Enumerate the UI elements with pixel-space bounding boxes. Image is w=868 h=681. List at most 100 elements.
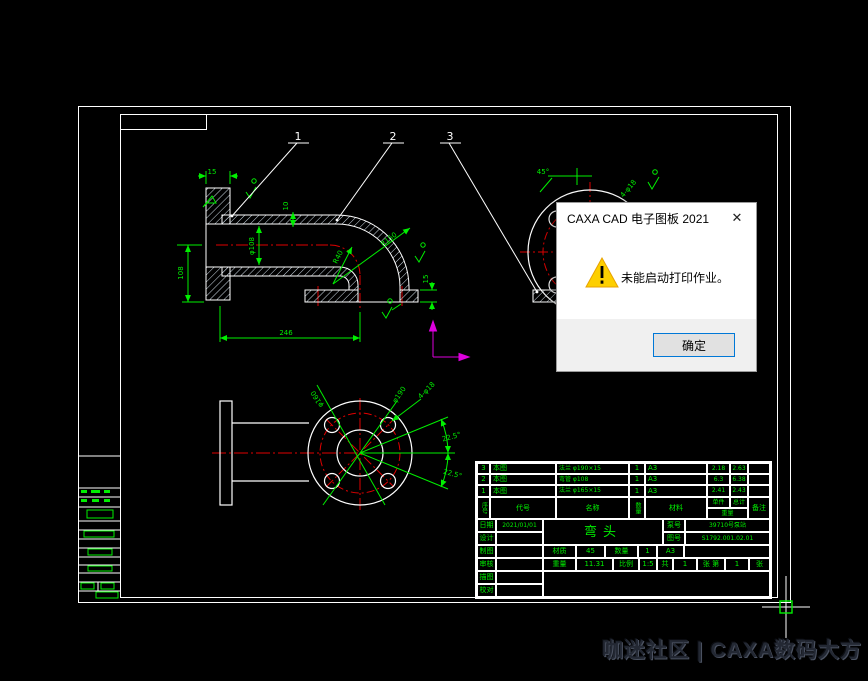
bom-remark xyxy=(748,474,770,485)
tb-sheet-no: 1 xyxy=(725,558,749,571)
dim-height: 108 xyxy=(177,266,185,279)
revision-strip-text-marks xyxy=(81,490,110,502)
dim-bolt-circle: φ160 xyxy=(309,389,325,409)
bom-total-weight: 6.38 xyxy=(730,474,748,485)
tb-dwg-label: 图号 xyxy=(663,532,685,545)
part-name: 弯头 xyxy=(543,519,663,545)
balloon-2: 2 xyxy=(390,130,397,143)
bom-code: 本图 xyxy=(490,474,556,485)
dialog-title: CAXA CAD 电子图板 2021 xyxy=(567,210,709,227)
elbow-section-view: 15 φ108 10 108 246 R150 R40 15 xyxy=(177,168,437,342)
tb-trace-value xyxy=(496,571,543,584)
dim-angle2: 22.5° xyxy=(442,468,463,481)
dialog-titlebar[interactable]: CAXA CAD 电子图板 2021 xyxy=(557,203,756,233)
dim-holes: 4-φ18 xyxy=(417,381,437,401)
bom-unit-weight: 2.18 xyxy=(707,463,730,474)
bom-name: 弯管 φ108 xyxy=(556,474,629,485)
tb-proof-label: 校对 xyxy=(477,584,496,597)
tb-draft-value xyxy=(496,545,543,558)
ucs-axes-icon xyxy=(430,321,470,361)
dim-flange-thk2: 15 xyxy=(422,275,430,284)
dim-aux-holes: 4-φ18 xyxy=(619,178,638,199)
tb-scale-label: 比例 xyxy=(613,558,639,571)
balloon-1: 1 xyxy=(295,130,302,143)
tb-weight-label: 重量 xyxy=(543,558,576,571)
tb-date-label: 日期 xyxy=(477,519,496,532)
title-block: 3 本图 法兰 φ190×15 1 A3 2.18 2.63 2 本图 弯管 φ… xyxy=(477,463,770,597)
tb-weight-value: 11.31 xyxy=(576,558,613,571)
tb-qty-value: 1 xyxy=(638,545,657,558)
bom-code: 本图 xyxy=(490,485,556,497)
tb-sheet-label2: 张 xyxy=(749,558,770,571)
tb-check-value xyxy=(496,558,543,571)
dim-wall: 10 xyxy=(282,202,290,211)
bom-remark xyxy=(748,485,770,497)
bom-seq: 1 xyxy=(477,485,490,497)
tb-total-label: 共 xyxy=(657,558,673,571)
tb-pump-label: 泵号 xyxy=(663,519,685,532)
bom-header-qty: 数量 xyxy=(629,497,645,519)
tb-draft-label: 制图 xyxy=(477,545,496,558)
bom-remark xyxy=(748,463,770,474)
bom-unit-weight: 6.3 xyxy=(707,474,730,485)
tb-proof-value xyxy=(496,584,543,597)
bom-material: A3 xyxy=(645,463,707,474)
tb-material-value: 45 xyxy=(576,545,605,558)
bom-name: 法兰 φ190×15 xyxy=(556,463,629,474)
tb-check-label: 审核 xyxy=(477,558,496,571)
bom-code: 本图 xyxy=(490,463,556,474)
bom-seq: 2 xyxy=(477,474,490,485)
bom-total-weight: 2.43 xyxy=(730,485,748,497)
dialog-footer: 确定 xyxy=(557,319,756,371)
dialog-message: 未能启动打印作业。 xyxy=(621,269,729,286)
bom-material: A3 xyxy=(645,474,707,485)
signature-placeholders xyxy=(81,510,118,598)
print-error-dialog: CAXA CAD 电子图板 2021 ✕ 未能启动打印作业。 确定 xyxy=(556,202,757,372)
dim-angle1: 22.5° xyxy=(441,431,462,444)
bom-header-material: 材料 xyxy=(645,497,707,519)
bom-header-total: 总计 xyxy=(730,497,748,508)
dim-flange-thk: 15 xyxy=(208,168,217,176)
tb-company-cell xyxy=(543,571,770,597)
warning-icon xyxy=(585,257,619,288)
bom-seq: 3 xyxy=(477,463,490,474)
dim-flange-od: φ190 xyxy=(391,385,408,404)
caxa-cad-workspace: 45° 4-φ18 xyxy=(0,0,868,681)
bom-header-remark: 备注 xyxy=(748,497,770,519)
bom-material: A3 xyxy=(645,485,707,497)
dim-aux-angle: 45° xyxy=(537,168,549,176)
tb-trace-label: 描图 xyxy=(477,571,496,584)
tb-dwg-no: S1792.001.02.01 xyxy=(685,532,770,545)
dialog-body: 未能启动打印作业。 xyxy=(557,233,756,319)
watermark: 咖迷社区 | CAXA数码大方 xyxy=(602,634,862,664)
bom-header-code: 代号 xyxy=(490,497,556,519)
balloon-3: 3 xyxy=(447,130,454,143)
tb-sheet-label: 张 第 xyxy=(697,558,725,571)
bom-total-weight: 2.63 xyxy=(730,463,748,474)
dim-bore: φ108 xyxy=(248,237,256,255)
tb-total-sheets: 1 xyxy=(673,558,697,571)
bom-header-name: 名称 xyxy=(556,497,629,519)
tb-empty xyxy=(684,545,770,558)
bom-qty: 1 xyxy=(629,485,645,497)
dim-length: 246 xyxy=(279,329,293,337)
tb-material-label: 材质 xyxy=(543,545,576,558)
bom-header-weight: 重量 xyxy=(707,508,748,519)
bom-header-seq: 序号 xyxy=(477,497,490,519)
bom-unit-weight: 2.41 xyxy=(707,485,730,497)
tb-design-label: 设计 xyxy=(477,532,496,545)
bom-qty: 1 xyxy=(629,474,645,485)
flange-front-view: φ160 φ190 4-φ18 22.5° 22.5° xyxy=(212,381,463,512)
tb-design-value xyxy=(496,532,543,545)
bom-qty: 1 xyxy=(629,463,645,474)
tb-scale-value: 1:5 xyxy=(639,558,657,571)
tb-qty-label: 数量 xyxy=(605,545,638,558)
tb-sheet-size: A3 xyxy=(657,545,684,558)
bom-name: 法兰 φ165×15 xyxy=(556,485,629,497)
close-icon[interactable]: ✕ xyxy=(729,210,745,226)
tb-date-value: 2021/01/01 xyxy=(496,519,543,532)
dim-inner-r: R40 xyxy=(332,249,345,265)
tb-pump-no: 39710号泵站 xyxy=(685,519,770,532)
bom-header-unit: 单件 xyxy=(707,497,730,508)
ok-button[interactable]: 确定 xyxy=(653,333,735,357)
